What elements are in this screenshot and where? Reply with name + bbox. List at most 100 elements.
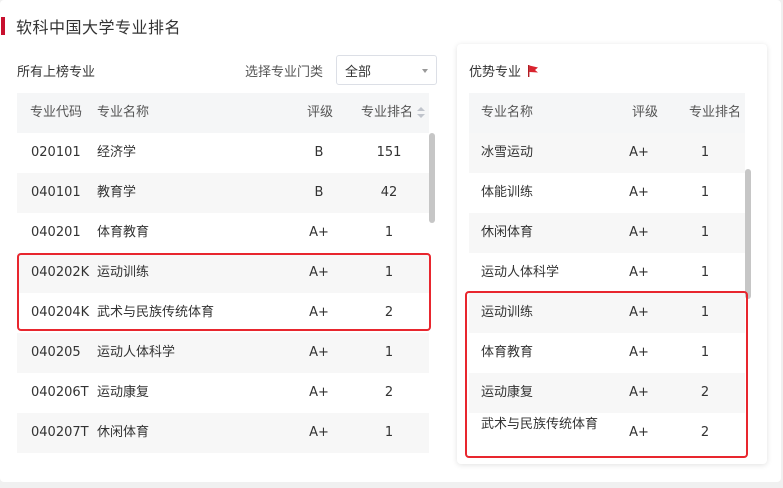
- table-row[interactable]: 020101 经济学 B 151: [17, 133, 429, 173]
- major-rank: 1: [384, 345, 394, 360]
- major-rank: 1: [384, 425, 394, 440]
- all-majors-table: 专业代码 专业名称 评级 专业排名 020101 经济学 B 151 040101 教育学…: [17, 93, 429, 453]
- table-header: 专业名称 评级 专业排名: [469, 93, 745, 133]
- major-rank: 1: [700, 345, 710, 360]
- all-majors-label: 所有上榜专业: [17, 65, 96, 80]
- sort-icon[interactable]: [417, 106, 426, 119]
- major-grade: A+: [629, 225, 649, 240]
- major-name: 冰雪运动: [481, 145, 534, 160]
- major-grade: A+: [629, 145, 649, 160]
- advantage-majors-table: 专业名称 评级 专业排名 冰雪运动 A+ 1 体能训练 A+ 1 休闲体育 A+ 1 运动人体科学…: [469, 93, 745, 453]
- table-row[interactable]: 运动康复 A+ 2: [469, 373, 745, 413]
- major-code: 040205: [31, 345, 81, 360]
- left-scroll-thumb[interactable]: [429, 133, 435, 223]
- major-name: 运动康复: [97, 385, 150, 400]
- major-rank: 1: [384, 225, 394, 240]
- major-code: 020101: [31, 145, 81, 160]
- col-header-rank: 专业排名: [689, 105, 742, 120]
- major-name: 体育教育: [97, 225, 150, 240]
- page-title: 软科中国大学专业排名: [16, 18, 182, 37]
- col-header-code: 专业代码: [30, 105, 83, 120]
- major-rank: 2: [384, 305, 394, 320]
- major-name: 休闲体育: [97, 425, 150, 440]
- flag-icon: [526, 64, 540, 78]
- right-scroll-thumb[interactable]: [745, 169, 751, 299]
- major-name: 运动训练: [481, 305, 534, 320]
- col-header-name: 专业名称: [481, 105, 534, 120]
- chevron-down-icon: [422, 69, 428, 73]
- major-rank: 1: [700, 305, 710, 320]
- major-rank: 1: [700, 265, 710, 280]
- table-row[interactable]: 体能训练 A+ 1: [469, 173, 745, 213]
- major-grade: A+: [309, 225, 329, 240]
- major-code: 040101: [31, 185, 81, 200]
- filter-label: 选择专业门类: [245, 65, 324, 80]
- major-name: 体能训练: [481, 185, 534, 200]
- major-name: 武术与民族传统体育: [481, 417, 599, 432]
- category-select-value: 全部: [345, 64, 372, 80]
- table-row[interactable]: 运动人体科学 A+ 1: [469, 253, 745, 293]
- major-grade: A+: [309, 425, 329, 440]
- major-rank: 42: [380, 185, 398, 200]
- left-scrollbar[interactable]: [429, 133, 436, 453]
- major-grade: A+: [629, 345, 649, 360]
- major-code: 040201: [31, 225, 81, 240]
- col-header-grade: 评级: [307, 105, 334, 120]
- advantage-majors-label: 优势专业: [469, 65, 522, 80]
- table-header: 专业代码 专业名称 评级 专业排名: [17, 93, 429, 133]
- table-row[interactable]: 休闲体育 A+ 1: [469, 213, 745, 253]
- major-code: 040206T: [31, 385, 89, 400]
- col-header-grade: 评级: [632, 105, 659, 120]
- col-header-rank[interactable]: 专业排名: [361, 93, 426, 133]
- major-grade: A+: [629, 305, 649, 320]
- major-grade: A+: [629, 425, 649, 440]
- major-name: 运动人体科学: [481, 265, 560, 280]
- major-name: 教育学: [97, 185, 137, 200]
- major-name: 运动康复: [481, 385, 534, 400]
- major-rank: 1: [700, 185, 710, 200]
- col-header-name: 专业名称: [97, 105, 150, 120]
- major-grade: B: [314, 145, 324, 160]
- table-row[interactable]: 武术与民族传统体育 A+ 2: [469, 413, 745, 453]
- table-row[interactable]: 040201 体育教育 A+ 1: [17, 213, 429, 253]
- major-name: 体育教育: [481, 345, 534, 360]
- major-rank: 151: [376, 145, 402, 160]
- advantage-majors-label-wrap: 优势专业: [469, 61, 540, 80]
- major-rank: 2: [700, 385, 710, 400]
- table-row[interactable]: 040204K 武术与民族传统体育 A+ 2: [17, 293, 429, 333]
- table-row[interactable]: 040205 运动人体科学 A+ 1: [17, 333, 429, 373]
- table-row[interactable]: 体育教育 A+ 1: [469, 333, 745, 373]
- major-grade: A+: [309, 305, 329, 320]
- major-grade: A+: [629, 185, 649, 200]
- major-rank: 1: [384, 265, 394, 280]
- major-code: 040204K: [31, 305, 90, 320]
- major-name: 休闲体育: [481, 225, 534, 240]
- major-grade: A+: [629, 385, 649, 400]
- table-row[interactable]: 运动训练 A+ 1: [469, 293, 745, 333]
- title-accent-bar: [1, 17, 5, 35]
- category-select[interactable]: 全部: [336, 55, 437, 85]
- major-grade: A+: [629, 265, 649, 280]
- major-rank: 2: [700, 425, 710, 440]
- table-row[interactable]: 冰雪运动 A+ 1: [469, 133, 745, 173]
- major-name: 武术与民族传统体育: [97, 305, 215, 320]
- section-title: 软科中国大学专业排名: [0, 14, 181, 38]
- major-name: 运动训练: [97, 265, 150, 280]
- major-code: 040207T: [31, 425, 89, 440]
- right-scrollbar[interactable]: [745, 133, 752, 453]
- major-name: 运动人体科学: [97, 345, 176, 360]
- major-grade: A+: [309, 345, 329, 360]
- major-name: 经济学: [97, 145, 137, 160]
- major-rank: 1: [700, 145, 710, 160]
- table-row[interactable]: 040207T 休闲体育 A+ 1: [17, 413, 429, 453]
- major-code: 040202K: [31, 265, 90, 280]
- table-row[interactable]: 040206T 运动康复 A+ 2: [17, 373, 429, 413]
- col-header-rank-label: 专业排名: [361, 105, 414, 120]
- major-rank: 2: [384, 385, 394, 400]
- major-grade: B: [314, 185, 324, 200]
- major-grade: A+: [309, 265, 329, 280]
- table-row[interactable]: 040101 教育学 B 42: [17, 173, 429, 213]
- table-row[interactable]: 040202K 运动训练 A+ 1: [17, 253, 429, 293]
- major-grade: A+: [309, 385, 329, 400]
- major-rank: 1: [700, 225, 710, 240]
